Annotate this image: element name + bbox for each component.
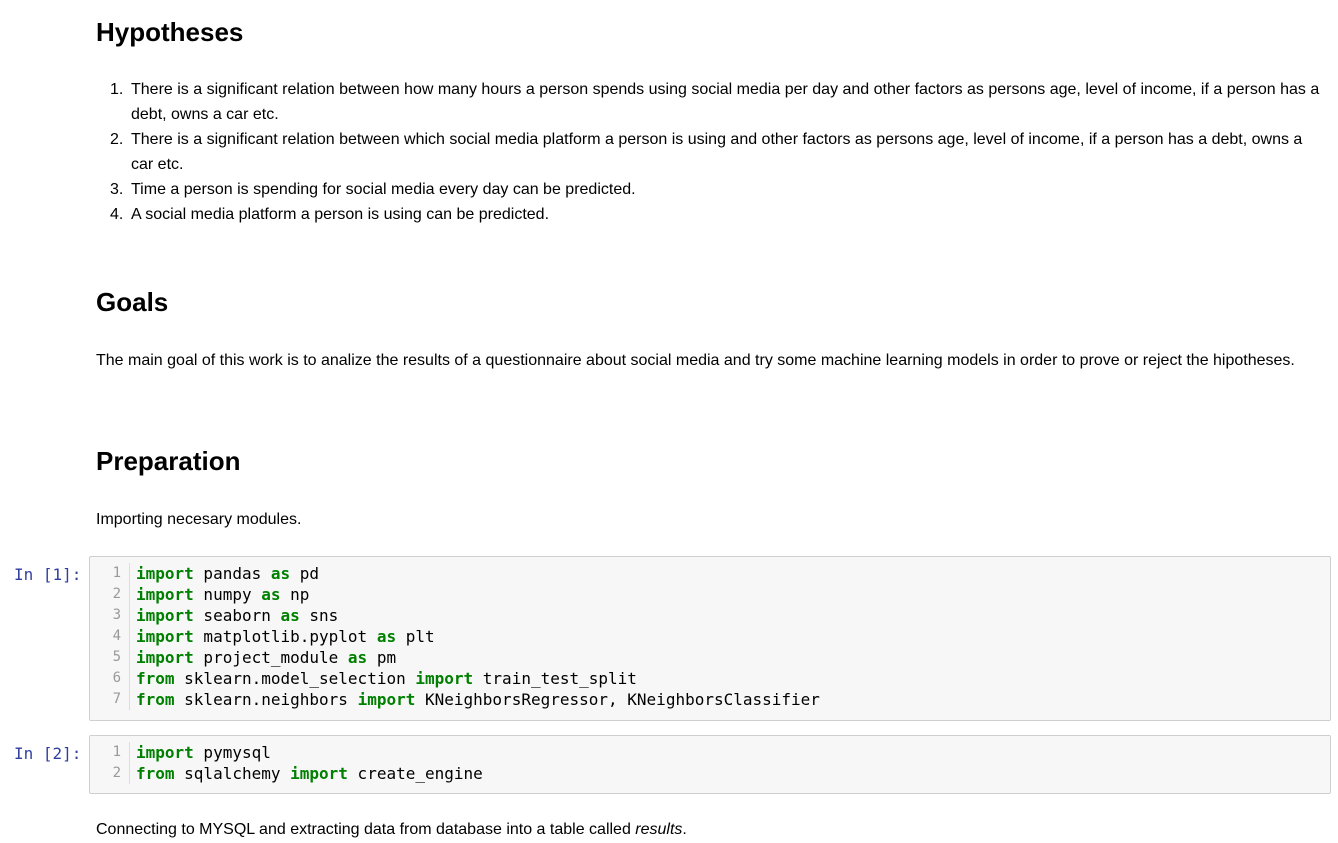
code-token: train_test_split [473,669,637,688]
list-item: 3. Time a person is spending for social m… [110,177,1328,202]
code-token: np [280,585,310,604]
list-item-number: 4. [110,206,124,223]
code-keyword: from [136,764,175,783]
code-token: sklearn.model_selection [174,669,416,688]
line-number: 6 [90,668,130,689]
line-number: 2 [90,584,130,605]
code-line: 2 from sqlalchemy import create_engine [90,763,1330,784]
code-cell[interactable]: 1 import pymysql 2 from sqlalchemy import c… [89,735,1331,794]
code-line: 6 from sklearn.model_selection import tra… [90,668,1330,689]
line-number: 7 [90,689,130,710]
code-token: sklearn.neighbors [174,690,358,709]
code-text: import pandas as pd [130,563,319,584]
code-keyword: import [136,564,194,583]
list-item-text: There is a significant relation between … [131,131,1303,173]
code-keyword: as [347,648,368,667]
code-token: pymysql [193,743,271,762]
outro-text: Connecting to MYSQL and extracting data … [96,821,636,838]
code-cell[interactable]: 1 import pandas as pd 2 import numpy as np 3… [89,556,1331,721]
code-token: sns [299,606,339,625]
code-line: 4 import matplotlib.pyplot as plt [90,626,1330,647]
outro-emphasis: results [635,821,683,838]
code-token: matplotlib.pyplot [193,627,377,646]
code-keyword: import [136,585,194,604]
code-text: import project_module as pm [130,647,396,668]
code-keyword: import [136,606,194,625]
code-line: 1 import pandas as pd [90,563,1330,584]
cell-prompt: In [1]: [14,565,82,584]
code-text: from sklearn.neighbors import KNeighbors… [130,689,820,710]
preparation-outro: Connecting to MYSQL and extracting data … [96,817,1328,842]
goals-heading: Goals [96,287,169,317]
hypotheses-heading: Hypotheses [96,17,244,47]
list-item-number: 2. [110,131,124,148]
code-text: import seaborn as sns [130,605,338,626]
code-token: KNeighborsRegressor, KNeighborsClassifie… [415,690,820,709]
preparation-heading: Preparation [96,446,241,476]
goals-text: The main goal of this work is to analize… [96,352,1295,369]
code-token: pandas [193,564,271,583]
code-keyword: as [280,606,300,625]
list-item-text: A social media platform a person is usin… [131,206,550,223]
line-number: 5 [90,647,130,668]
list-item: 2. There is a significant relation betwee… [110,127,1328,177]
code-token: pm [367,648,397,667]
list-item-number: 3. [110,181,124,198]
list-item-text: There is a significant relation between … [131,81,1320,123]
code-line: 1 import pymysql [90,742,1330,763]
line-number: 4 [90,626,130,647]
code-text: from sqlalchemy import create_engine [130,763,483,784]
list-item-text: Time a person is spending for social med… [131,181,636,198]
code-text: import numpy as np [130,584,309,605]
code-token: numpy [193,585,262,604]
code-line: 7 from sklearn.neighbors import KNeighbor… [90,689,1330,710]
code-token: sqlalchemy [174,764,291,783]
code-keyword: import [136,743,194,762]
code-keyword: import [290,764,348,783]
code-keyword: from [136,690,175,709]
outro-suffix: . [682,821,687,838]
code-text: import matplotlib.pyplot as plt [130,626,435,647]
code-text: import pymysql [130,742,271,763]
code-keyword: as [376,627,397,646]
code-keyword: from [136,669,175,688]
code-text: from sklearn.model_selection import trai… [130,668,637,689]
line-number: 3 [90,605,130,626]
code-line: 5 import project_module as pm [90,647,1330,668]
line-number: 2 [90,763,130,784]
code-keyword: import [415,669,474,688]
hypotheses-list: 1. There is a significant relation betwee… [96,77,1328,227]
list-item-number: 1. [110,81,124,98]
code-token: project_module [193,648,348,667]
line-number: 1 [90,742,130,763]
code-keyword: as [261,585,281,604]
list-item: 1. There is a significant relation betwee… [110,77,1328,127]
code-token: pd [290,564,320,583]
preparation-intro: Importing necesary modules. [96,511,302,528]
code-token: create_engine [347,764,483,783]
line-number: 1 [90,563,130,584]
cell-prompt: In [2]: [14,744,82,763]
code-keyword: as [270,564,291,583]
code-token: seaborn [193,606,281,625]
code-token: plt [396,627,435,646]
code-keyword: import [136,627,194,646]
code-keyword: import [357,690,416,709]
list-item: 4. A social media platform a person is us… [110,202,1328,227]
code-keyword: import [136,648,194,667]
code-line: 2 import numpy as np [90,584,1330,605]
code-line: 3 import seaborn as sns [90,605,1330,626]
